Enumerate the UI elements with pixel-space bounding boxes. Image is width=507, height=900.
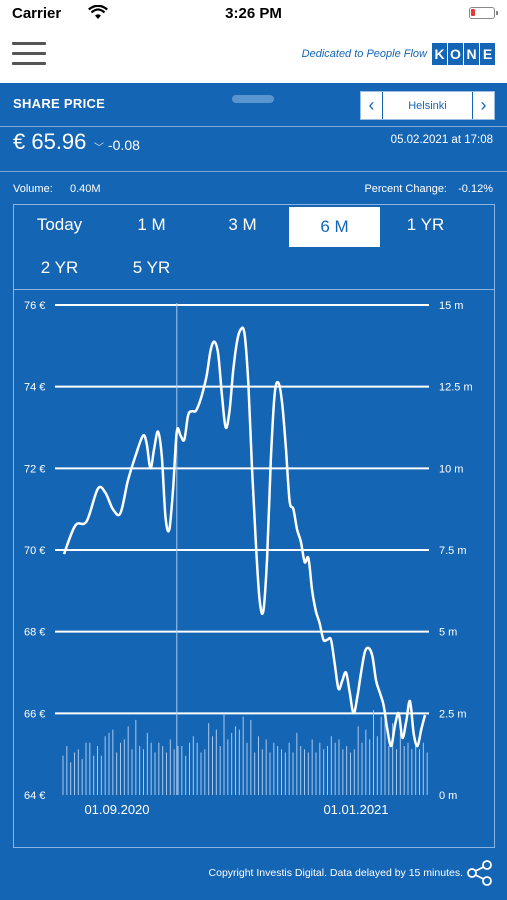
exchange-name: Helsinki <box>408 99 447 112</box>
percent-change-value: -0.12% <box>458 183 493 195</box>
share-price-title: SHARE PRICE <box>13 96 106 111</box>
share-icon[interactable] <box>465 858 495 888</box>
divider <box>0 171 507 172</box>
chart-container: Today 1 M 3 M 6 M 1 YR 2 YR 5 YR 64 €0 m… <box>13 204 495 848</box>
y-tick-label-right: 12.5 m <box>439 382 473 394</box>
chevron-down-icon: ﹀ <box>94 143 104 154</box>
y-tick-label-left: 64 € <box>24 790 45 802</box>
status-bar: Carrier 3:26 PM <box>0 0 507 28</box>
price-line <box>62 326 427 748</box>
price-change: -0.08 <box>108 137 140 153</box>
x-tick-label: 01.09.2020 <box>84 802 149 817</box>
y-tick-label-right: 15 m <box>439 300 463 312</box>
chevron-left-icon[interactable]: ‹ <box>361 92 383 119</box>
volume-value: 0.40M <box>70 183 101 195</box>
share-price-panel: SHARE PRICE ‹ Helsinki › € 65.96 ﹀ -0.08… <box>0 83 507 900</box>
exchange-selector: ‹ Helsinki › <box>360 91 495 120</box>
y-tick-label-left: 68 € <box>24 627 45 639</box>
percent-change-label: Percent Change: <box>364 183 447 195</box>
current-price: € 65.96 <box>13 129 87 154</box>
app-header: Dedicated to People Flow K O N E <box>0 28 507 83</box>
kone-logo: K O N E <box>431 43 495 65</box>
y-tick-label-right: 5 m <box>439 627 457 639</box>
hamburger-menu-icon[interactable] <box>12 42 46 68</box>
clock-time: 3:26 PM <box>225 5 282 22</box>
price-chart[interactable]: 64 € 0 m 66 € 2.5 m 68 € 5 m 70 € 7.5 m 72 € 10 m… <box>14 205 494 847</box>
y-tick-label-right: 2.5 m <box>439 708 467 720</box>
y-tick-label-right: 10 m <box>439 463 463 475</box>
y-tick-label-left: 74 € <box>24 382 45 394</box>
brand-tagline: Dedicated to People Flow <box>301 48 427 60</box>
y-tick-label-left: 76 € <box>24 300 45 312</box>
y-tick-label-left: 70 € <box>24 545 45 557</box>
y-tick-label-right: 7.5 m <box>439 545 467 557</box>
battery-icon <box>469 7 498 19</box>
divider <box>0 126 507 127</box>
y-tick-label-left: 72 € <box>24 463 45 475</box>
y-tick-label-right: 0 m <box>439 790 457 802</box>
x-tick-label: 01.01.2021 <box>323 802 388 817</box>
chevron-right-icon[interactable]: › <box>472 92 494 119</box>
price-timestamp: 05.02.2021 at 17:08 <box>390 134 493 146</box>
y-tick-label-left: 66 € <box>24 708 45 720</box>
copyright-notice: Copyright Investis Digital. Data delayed… <box>208 867 463 879</box>
drag-handle[interactable] <box>232 95 274 103</box>
volume-label: Volume: <box>13 183 53 195</box>
